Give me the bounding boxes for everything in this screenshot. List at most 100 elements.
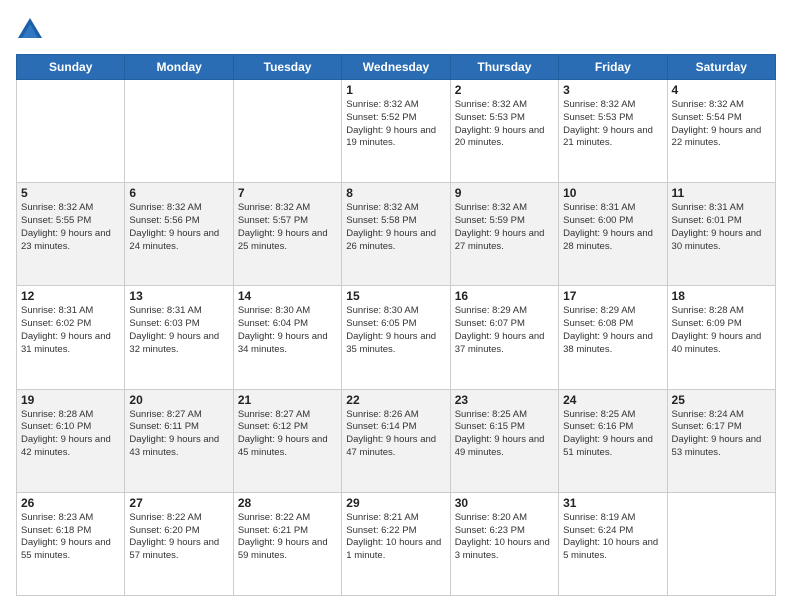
- day-info: Sunrise: 8:32 AM Sunset: 5:58 PM Dayligh…: [346, 202, 445, 253]
- day-number: 13: [129, 289, 228, 303]
- calendar-cell: 20 Sunrise: 8:27 AM Sunset: 6:11 PM Dayli…: [125, 389, 233, 492]
- day-info: Sunrise: 8:21 AM Sunset: 6:22 PM Dayligh…: [346, 512, 445, 563]
- day-info: Sunrise: 8:25 AM Sunset: 6:16 PM Dayligh…: [563, 409, 662, 460]
- day-info: Sunrise: 8:22 AM Sunset: 6:21 PM Dayligh…: [238, 512, 337, 563]
- calendar-cell: 27Sunrise: 8:22 AM Sunset: 6:20 PM Dayli…: [125, 492, 233, 595]
- day-info: Sunrise: 8:32 AM Sunset: 5:55 PM Dayligh…: [21, 202, 120, 253]
- day-number: 14: [238, 289, 337, 303]
- day-info: Sunrise: 8:30 AM Sunset: 6:05 PM Dayligh…: [346, 305, 445, 356]
- calendar-week-row: 26 Sunrise: 8:23 AM Sunset: 6:18 PM Dayli…: [17, 492, 776, 595]
- day-info: Sunrise: 8:25 AM Sunset: 6:15 PM Dayligh…: [455, 409, 554, 460]
- day-info: Sunrise: 8:20 AM Sunset: 6:23 PM Dayligh…: [455, 512, 554, 563]
- calendar-cell: 25 Sunrise: 8:24 AM Sunset: 6:17 PM Dayli…: [667, 389, 775, 492]
- day-number: 25: [672, 393, 771, 407]
- calendar-cell: 21 Sunrise: 8:27 AM Sunset: 6:12 PM Dayli…: [233, 389, 341, 492]
- calendar-cell: 24 Sunrise: 8:25 AM Sunset: 6:16 PM Dayli…: [559, 389, 667, 492]
- calendar-cell: 6Sunrise: 8:32 AM Sunset: 5:56 PM Daylig…: [125, 183, 233, 286]
- calendar-cell: 15 Sunrise: 8:30 AM Sunset: 6:05 PM Dayli…: [342, 286, 450, 389]
- calendar-cell: [667, 492, 775, 595]
- calendar-cell: [17, 80, 125, 183]
- calendar-cell: 22 Sunrise: 8:26 AM Sunset: 6:14 PM Dayli…: [342, 389, 450, 492]
- day-info: Sunrise: 8:31 AM Sunset: 6:02 PM Dayligh…: [21, 305, 120, 356]
- day-number: 11: [672, 186, 771, 200]
- day-info: Sunrise: 8:30 AM Sunset: 6:04 PM Dayligh…: [238, 305, 337, 356]
- calendar-cell: 23 Sunrise: 8:25 AM Sunset: 6:15 PM Dayli…: [450, 389, 558, 492]
- day-info: Sunrise: 8:31 AM Sunset: 6:03 PM Dayligh…: [129, 305, 228, 356]
- day-info: Sunrise: 8:32 AM Sunset: 5:53 PM Dayligh…: [563, 99, 662, 150]
- day-info: Sunrise: 8:32 AM Sunset: 5:52 PM Dayligh…: [346, 99, 445, 150]
- day-info: Sunrise: 8:32 AM Sunset: 5:53 PM Dayligh…: [455, 99, 554, 150]
- day-info: Sunrise: 8:32 AM Sunset: 5:56 PM Dayligh…: [129, 202, 228, 253]
- day-info: Sunrise: 8:32 AM Sunset: 5:59 PM Dayligh…: [455, 202, 554, 253]
- day-number: 5: [21, 186, 120, 200]
- day-info: Sunrise: 8:29 AM Sunset: 6:08 PM Dayligh…: [563, 305, 662, 356]
- header: [16, 16, 776, 44]
- logo: [16, 16, 48, 44]
- weekday-header-row: SundayMondayTuesdayWednesdayThursdayFrid…: [17, 55, 776, 80]
- day-number: 26: [21, 496, 120, 510]
- day-number: 8: [346, 186, 445, 200]
- calendar-table: SundayMondayTuesdayWednesdayThursdayFrid…: [16, 54, 776, 596]
- calendar-cell: 8 Sunrise: 8:32 AM Sunset: 5:58 PM Daylig…: [342, 183, 450, 286]
- day-number: 22: [346, 393, 445, 407]
- calendar-cell: 26 Sunrise: 8:23 AM Sunset: 6:18 PM Dayli…: [17, 492, 125, 595]
- day-number: 23: [455, 393, 554, 407]
- weekday-header: Tuesday: [233, 55, 341, 80]
- weekday-header: Monday: [125, 55, 233, 80]
- day-number: 4: [672, 83, 771, 97]
- calendar-cell: 30 Sunrise: 8:20 AM Sunset: 6:23 PM Dayli…: [450, 492, 558, 595]
- day-number: 20: [129, 393, 228, 407]
- day-number: 3: [563, 83, 662, 97]
- calendar-cell: 4 Sunrise: 8:32 AM Sunset: 5:54 PM Daylig…: [667, 80, 775, 183]
- weekday-header: Wednesday: [342, 55, 450, 80]
- day-info: Sunrise: 8:28 AM Sunset: 6:10 PM Dayligh…: [21, 409, 120, 460]
- calendar-week-row: 5 Sunrise: 8:32 AM Sunset: 5:55 PM Daylig…: [17, 183, 776, 286]
- day-number: 30: [455, 496, 554, 510]
- calendar-cell: 29 Sunrise: 8:21 AM Sunset: 6:22 PM Dayli…: [342, 492, 450, 595]
- day-info: Sunrise: 8:26 AM Sunset: 6:14 PM Dayligh…: [346, 409, 445, 460]
- calendar-cell: 2 Sunrise: 8:32 AM Sunset: 5:53 PM Daylig…: [450, 80, 558, 183]
- calendar-cell: 12Sunrise: 8:31 AM Sunset: 6:02 PM Dayli…: [17, 286, 125, 389]
- calendar-cell: 3 Sunrise: 8:32 AM Sunset: 5:53 PM Daylig…: [559, 80, 667, 183]
- calendar-cell: [125, 80, 233, 183]
- calendar-cell: 28Sunrise: 8:22 AM Sunset: 6:21 PM Dayli…: [233, 492, 341, 595]
- day-info: Sunrise: 8:29 AM Sunset: 6:07 PM Dayligh…: [455, 305, 554, 356]
- day-number: 15: [346, 289, 445, 303]
- calendar-cell: 13 Sunrise: 8:31 AM Sunset: 6:03 PM Dayli…: [125, 286, 233, 389]
- calendar-week-row: 1 Sunrise: 8:32 AM Sunset: 5:52 PM Daylig…: [17, 80, 776, 183]
- day-number: 19: [21, 393, 120, 407]
- calendar-week-row: 12Sunrise: 8:31 AM Sunset: 6:02 PM Dayli…: [17, 286, 776, 389]
- day-info: Sunrise: 8:31 AM Sunset: 6:00 PM Dayligh…: [563, 202, 662, 253]
- page: SundayMondayTuesdayWednesdayThursdayFrid…: [0, 0, 792, 612]
- calendar-cell: 18Sunrise: 8:28 AM Sunset: 6:09 PM Dayli…: [667, 286, 775, 389]
- day-number: 16: [455, 289, 554, 303]
- day-info: Sunrise: 8:27 AM Sunset: 6:12 PM Dayligh…: [238, 409, 337, 460]
- day-number: 29: [346, 496, 445, 510]
- day-number: 2: [455, 83, 554, 97]
- calendar-cell: 11 Sunrise: 8:31 AM Sunset: 6:01 PM Dayli…: [667, 183, 775, 286]
- day-number: 1: [346, 83, 445, 97]
- day-number: 27: [129, 496, 228, 510]
- day-number: 21: [238, 393, 337, 407]
- day-info: Sunrise: 8:32 AM Sunset: 5:54 PM Dayligh…: [672, 99, 771, 150]
- day-info: Sunrise: 8:23 AM Sunset: 6:18 PM Dayligh…: [21, 512, 120, 563]
- calendar-cell: 19 Sunrise: 8:28 AM Sunset: 6:10 PM Dayli…: [17, 389, 125, 492]
- calendar-cell: [233, 80, 341, 183]
- calendar-cell: 16 Sunrise: 8:29 AM Sunset: 6:07 PM Dayli…: [450, 286, 558, 389]
- calendar-cell: 17Sunrise: 8:29 AM Sunset: 6:08 PM Dayli…: [559, 286, 667, 389]
- calendar-cell: 14 Sunrise: 8:30 AM Sunset: 6:04 PM Dayli…: [233, 286, 341, 389]
- day-number: 18: [672, 289, 771, 303]
- calendar-cell: 9Sunrise: 8:32 AM Sunset: 5:59 PM Daylig…: [450, 183, 558, 286]
- calendar-cell: 10 Sunrise: 8:31 AM Sunset: 6:00 PM Dayli…: [559, 183, 667, 286]
- day-info: Sunrise: 8:24 AM Sunset: 6:17 PM Dayligh…: [672, 409, 771, 460]
- calendar-week-row: 19 Sunrise: 8:28 AM Sunset: 6:10 PM Dayli…: [17, 389, 776, 492]
- day-number: 10: [563, 186, 662, 200]
- weekday-header: Thursday: [450, 55, 558, 80]
- day-info: Sunrise: 8:31 AM Sunset: 6:01 PM Dayligh…: [672, 202, 771, 253]
- day-info: Sunrise: 8:27 AM Sunset: 6:11 PM Dayligh…: [129, 409, 228, 460]
- weekday-header: Sunday: [17, 55, 125, 80]
- calendar-cell: 31Sunrise: 8:19 AM Sunset: 6:24 PM Dayli…: [559, 492, 667, 595]
- day-number: 24: [563, 393, 662, 407]
- weekday-header: Saturday: [667, 55, 775, 80]
- calendar-cell: 7Sunrise: 8:32 AM Sunset: 5:57 PM Daylig…: [233, 183, 341, 286]
